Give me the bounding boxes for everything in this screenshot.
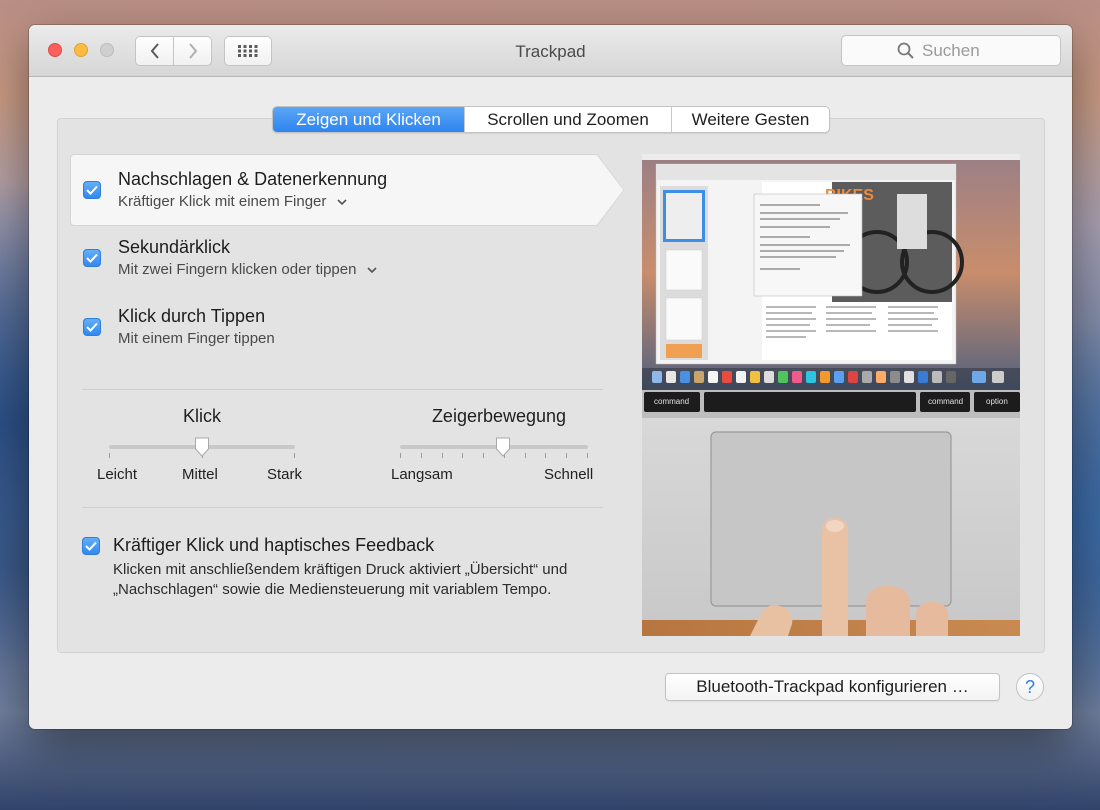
option-gesture-menu[interactable]: Kräftiger Klick mit einem Finger	[118, 193, 347, 210]
help-button[interactable]: ?	[1016, 673, 1044, 701]
key-option: option	[986, 397, 1008, 406]
click-tick-label: Mittel	[182, 466, 218, 483]
option-gesture-menu[interactable]: Mit zwei Fingern klicken oder tippen	[118, 261, 377, 278]
tab-zeigen-und-klicken[interactable]: Zeigen und Klicken	[273, 107, 464, 132]
pointer-speed-knob[interactable]	[495, 437, 511, 457]
gesture-preview-video: BIKES	[642, 154, 1020, 636]
tap-to-click-checkbox[interactable]	[83, 318, 101, 336]
key-command-left: command	[654, 397, 689, 406]
tab-weitere-gesten[interactable]: Weitere Gesten	[671, 107, 829, 132]
click-slider-knob[interactable]	[194, 437, 210, 457]
slider-tick	[462, 453, 463, 458]
option-subtitle: Kräftiger Klick mit einem Finger	[118, 193, 327, 210]
pointer-speed-track[interactable]	[400, 445, 588, 449]
checkmark-icon	[85, 541, 97, 551]
option-title: Nachschlagen & Datenerkennung	[118, 169, 388, 189]
lookup-checkbox[interactable]	[83, 181, 101, 199]
click-tick-label: Stark	[267, 466, 303, 483]
selection-pointer-arrow	[595, 154, 625, 226]
pointer-min-label: Langsam	[391, 466, 453, 483]
search-placeholder: Suchen	[922, 40, 980, 60]
slider-tick	[483, 453, 484, 458]
preferences-window: Trackpad Suchen Zeigen und Klicken Scrol…	[29, 25, 1072, 729]
force-click-checkbox[interactable]	[82, 537, 100, 555]
chevron-down-icon	[337, 198, 347, 205]
checkmark-icon	[86, 322, 98, 332]
separator	[82, 389, 603, 390]
checkmark-icon	[86, 185, 98, 195]
key-command-right: command	[928, 397, 963, 406]
pointer-speed-label: Zeigerbewegung	[431, 406, 567, 426]
option-subtitle: Mit zwei Fingern klicken oder tippen	[118, 261, 357, 278]
bluetooth-trackpad-button[interactable]: Bluetooth-Trackpad konfigurieren …	[665, 673, 1000, 701]
search-icon	[897, 42, 914, 59]
option-title: Klick durch Tippen	[118, 306, 266, 326]
slider-tick	[294, 453, 295, 458]
search-field[interactable]: Suchen	[841, 35, 1061, 66]
slider-tick	[421, 453, 422, 458]
slider-tick	[545, 453, 546, 458]
secondary-click-checkbox[interactable]	[83, 249, 101, 267]
checkmark-icon	[86, 253, 98, 263]
slider-tick	[525, 453, 526, 458]
slider-tick	[109, 453, 110, 458]
click-slider-label: Klick	[182, 406, 221, 426]
slider-tick	[587, 453, 588, 458]
option-subtitle: Mit einem Finger tippen	[118, 330, 275, 347]
force-click-description: Klicken mit anschließendem kräftigen Dru…	[113, 561, 568, 598]
slider-tick	[566, 453, 567, 458]
chevron-down-icon	[367, 266, 377, 273]
force-click-title: Kräftiger Klick und haptisches Feedback	[113, 535, 435, 555]
option-title: Sekundärklick	[118, 237, 231, 257]
separator	[82, 507, 603, 508]
tab-scrollen-und-zoomen[interactable]: Scrollen und Zoomen	[464, 107, 671, 132]
pointer-max-label: Schnell	[544, 466, 594, 483]
click-tick-label: Leicht	[97, 466, 138, 483]
title-bar: Trackpad Suchen	[29, 25, 1072, 77]
slider-tick	[442, 453, 443, 458]
preview-illustration: BIKES	[642, 154, 1020, 636]
selected-option-highlight	[70, 154, 597, 226]
slider-tick	[400, 453, 401, 458]
tab-bar: Zeigen und Klicken Scrollen und Zoomen W…	[272, 106, 830, 133]
